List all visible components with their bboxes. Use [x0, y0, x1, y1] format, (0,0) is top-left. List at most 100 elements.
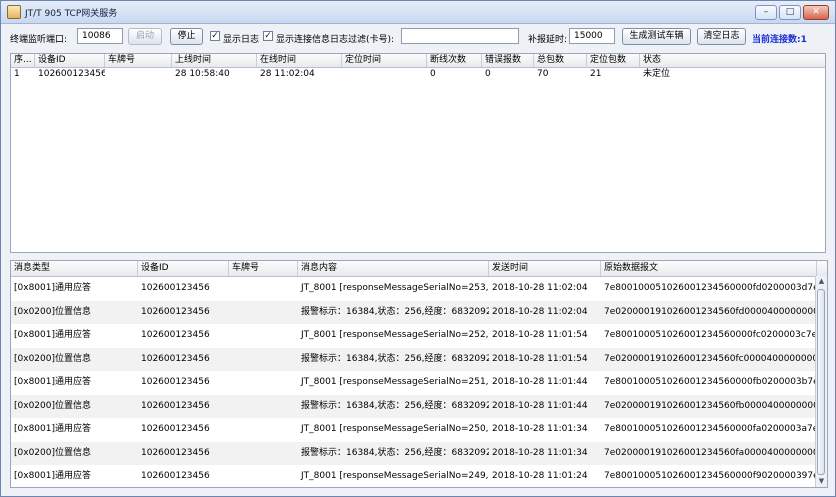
table-cell: 2018-10-28 11:01:54 — [492, 353, 588, 364]
maximize-button[interactable]: □ — [779, 5, 801, 20]
scroll-down-icon[interactable]: ▼ — [816, 476, 827, 487]
column-header[interactable]: 消息内容 — [298, 261, 489, 276]
scroll-up-icon[interactable]: ▲ — [816, 276, 827, 287]
generate-test-vehicles-button[interactable]: 生成测试车辆 — [622, 28, 691, 45]
port-label: 终端监听端口: — [10, 35, 68, 45]
delay-input[interactable]: 15000 — [569, 28, 615, 44]
table-cell: 报警标示：16384,状态：256,经度：68320920,... — [301, 447, 489, 458]
table-cell: 1 — [14, 69, 20, 79]
column-header[interactable]: 上线时间 — [172, 54, 257, 67]
column-header[interactable]: 消息类型 — [11, 261, 138, 276]
table-cell: 7e020000191026001234560fd000040000000010… — [604, 306, 817, 317]
table-cell: 2018-10-28 11:01:24 — [492, 471, 588, 481]
table-cell: 102600123456 — [38, 69, 105, 79]
table-cell: 0 — [485, 69, 491, 79]
minimize-button[interactable]: – — [755, 5, 777, 20]
title-bar[interactable]: JT/T 905 TCP网关服务 – □ ✕ — [1, 1, 835, 24]
scrollbar-thumb[interactable] — [817, 289, 825, 475]
column-header[interactable]: 定位时间 — [342, 54, 427, 67]
check-icon: ✓ — [264, 31, 272, 41]
table-cell: 报警标示：16384,状态：256,经度：68320920,... — [301, 306, 489, 317]
table-cell: 未定位 — [643, 69, 671, 79]
table-cell: [0x8001]通用应答 — [14, 330, 91, 340]
table-cell: [0x8001]通用应答 — [14, 377, 91, 387]
start-button[interactable]: 启动 — [128, 28, 162, 45]
table-cell: 102600123456 — [141, 306, 210, 317]
table-row[interactable]: [0x0200]位置信息 102600123456 报警标示：16384,状态：25… — [11, 347, 827, 371]
table-cell: [0x0200]位置信息 — [14, 353, 91, 364]
table-cell: 2018-10-28 11:02:04 — [492, 283, 588, 293]
table-cell: 102600123456 — [141, 424, 210, 434]
table-cell: [0x8001]通用应答 — [14, 471, 91, 481]
table-cell: 2018-10-28 11:01:44 — [492, 400, 588, 411]
message-table: 消息类型 设备ID 车牌号 消息内容 发送时间 原始数据报文 [0x8001]通用应答 10… — [10, 260, 828, 488]
show-log-checkbox[interactable]: ✓ — [210, 31, 220, 41]
table-cell — [229, 442, 298, 466]
table-cell: 2018-10-28 11:01:34 — [492, 424, 588, 434]
column-header[interactable]: 状态 — [640, 54, 825, 67]
table-cell: 102600123456 — [141, 283, 210, 293]
check-icon: ✓ — [211, 31, 219, 41]
table-cell — [229, 371, 298, 395]
table-cell: 102600123456 — [141, 471, 210, 481]
message-table-header: 消息类型 设备ID 车牌号 消息内容 发送时间 原始数据报文 — [11, 261, 827, 277]
connection-count: 当前连接数:1 — [752, 35, 807, 45]
column-header[interactable]: 错误报数 — [482, 54, 534, 67]
column-header[interactable]: 发送时间 — [489, 261, 601, 276]
table-row[interactable]: [0x8001]通用应答 102600123456 JT_8001 [respons… — [11, 418, 827, 442]
close-button[interactable]: ✕ — [803, 5, 829, 20]
table-row[interactable]: [0x8001]通用应答 102600123456 JT_8001 [respons… — [11, 465, 827, 487]
table-cell: 0 — [430, 69, 436, 79]
column-header[interactable]: 原始数据报文 — [601, 261, 817, 276]
message-table-scrollbar[interactable]: ▲ ▼ — [815, 276, 827, 487]
table-cell: 70 — [537, 69, 549, 79]
column-header[interactable]: 设备ID — [35, 54, 105, 67]
column-header[interactable]: 序... — [11, 54, 35, 67]
column-header[interactable]: 设备ID — [138, 261, 229, 276]
show-log-label: 显示日志 — [223, 35, 260, 45]
table-cell: JT_8001 [responseMessageSerialNo=250, re… — [301, 424, 489, 434]
table-cell: JT_8001 [responseMessageSerialNo=253, re… — [301, 283, 489, 293]
table-cell: 102600123456 — [141, 353, 210, 364]
table-cell: 2018-10-28 11:01:34 — [492, 447, 588, 458]
table-cell — [229, 301, 298, 325]
column-header[interactable]: 定位包数 — [587, 54, 640, 67]
table-cell: [0x0200]位置信息 — [14, 306, 91, 317]
table-cell: 21 — [590, 69, 602, 79]
table-cell: 2018-10-28 11:01:54 — [492, 330, 588, 340]
column-header[interactable]: 总包数 — [534, 54, 587, 67]
port-input[interactable]: 10086 — [77, 28, 123, 44]
table-row[interactable]: [0x0200]位置信息 102600123456 报警标示：16384,状态：25… — [11, 441, 827, 466]
table-cell: JT_8001 [responseMessageSerialNo=249, re… — [301, 471, 489, 481]
table-cell — [229, 395, 298, 419]
table-cell: [0x8001]通用应答 — [14, 283, 91, 293]
table-cell: 报警标示：16384,状态：256,经度：68320920,... — [301, 400, 489, 411]
window-title: JT/T 905 TCP网关服务 — [25, 9, 118, 19]
table-row[interactable]: [0x0200]位置信息 102600123456 报警标示：16384,状态：25… — [11, 300, 827, 325]
table-row[interactable]: 1 102600123456 28 10:58:40 28 11:02:04 0 0 70 2… — [11, 68, 825, 80]
column-header[interactable]: 车牌号 — [229, 261, 298, 276]
stop-button[interactable]: 停止 — [170, 28, 203, 45]
app-window: JT/T 905 TCP网关服务 – □ ✕ 终端监听端口: 10086 启动 … — [0, 0, 836, 497]
table-cell: 28 10:58:40 — [175, 69, 230, 79]
column-header[interactable]: 车牌号 — [105, 54, 172, 67]
column-header[interactable]: 在线时间 — [257, 54, 342, 67]
clear-log-button[interactable]: 清空日志 — [697, 28, 746, 45]
connection-table: 序... 设备ID 车牌号 上线时间 在线时间 定位时间 断线次数 错误报数 总包数 定位包数 状态… — [10, 53, 826, 253]
table-cell: 102600123456 — [141, 377, 210, 387]
table-row[interactable]: [0x8001]通用应答 102600123456 JT_8001 [respons… — [11, 277, 827, 301]
table-cell — [229, 465, 298, 487]
table-cell — [229, 418, 298, 442]
table-cell: 7e800100051026001234560000f9020000397e — [604, 471, 817, 481]
table-cell: 7e020000191026001234560fb000040000000010… — [604, 400, 817, 411]
log-filter-input[interactable] — [401, 28, 519, 44]
table-cell: 报警标示：16384,状态：256,经度：68320920,... — [301, 353, 489, 364]
show-conn-checkbox[interactable]: ✓ — [263, 31, 273, 41]
table-row[interactable]: [0x8001]通用应答 102600123456 JT_8001 [respons… — [11, 324, 827, 348]
table-row[interactable]: [0x8001]通用应答 102600123456 JT_8001 [respons… — [11, 371, 827, 395]
table-cell: 7e020000191026001234560fa000040000000010… — [604, 447, 817, 458]
table-row[interactable]: [0x0200]位置信息 102600123456 报警标示：16384,状态：25… — [11, 394, 827, 419]
table-cell: [0x0200]位置信息 — [14, 400, 91, 411]
log-filter-label: 日志过滤(卡号): — [330, 35, 395, 45]
column-header[interactable]: 断线次数 — [427, 54, 482, 67]
